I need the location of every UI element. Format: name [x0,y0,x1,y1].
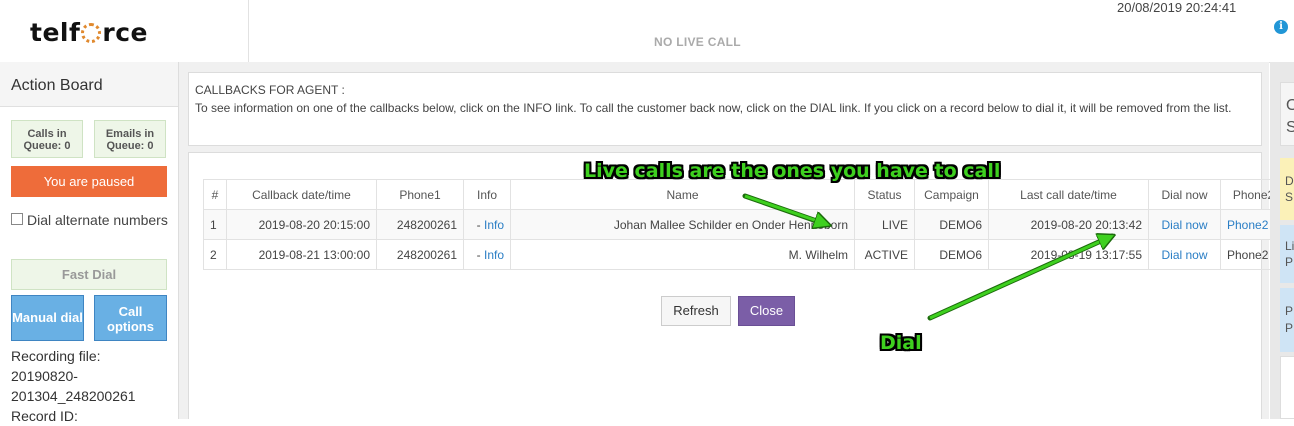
row-campaign: DEMO6 [914,209,989,240]
callbacks-message-box: CALLBACKS FOR AGENT : To see information… [188,72,1262,146]
emails-in-queue-value: Queue: 0 [106,140,154,152]
right-card-text-2: St [1286,119,1294,136]
table-row[interactable]: 1 2019-08-20 20:15:00 248200261 - Info J… [203,209,1287,240]
calls-in-queue-value: Queue: 0 [23,140,71,152]
right-panel-blank-card [1280,356,1294,419]
recording-file-label: Recording file: [11,348,101,364]
callbacks-instructions: To see information on one of the callbac… [195,100,1232,115]
row-callback-datetime: 2019-08-21 13:00:00 [226,239,377,270]
top-header: telf rce NO LIVE CALL 20/08/2019 20:24:41… [0,0,1294,63]
action-board-header: Action Board [0,62,178,107]
call-options-label-line1: Call [118,304,143,319]
close-button[interactable]: Close [738,296,795,326]
col-header-dial-now: Dial now [1148,179,1221,210]
row-name: M. Wilhelm [510,239,855,270]
row-dial-now-cell: Dial now [1148,209,1221,240]
right-blue2-text-2: P [1285,321,1294,335]
info-prefix: - [476,217,484,232]
dial-alternate-label: Dial alternate numbers [27,212,168,228]
col-header-status: Status [854,179,915,210]
right-card-text-1: O [1286,97,1294,114]
paused-status-button[interactable]: You are paused [11,166,167,197]
col-header-phone1: Phone1 [376,179,464,210]
refresh-button[interactable]: Refresh [661,296,731,326]
recording-info: Recording file: 20190820- 201304_2482002… [11,346,171,426]
action-board-panel: Action Board Calls in Queue: 0 Emails in… [0,62,179,424]
info-icon[interactable]: i [1274,20,1288,34]
live-call-status: NO LIVE CALL [654,35,741,49]
col-header-num: # [203,179,227,210]
right-panel-blue-item[interactable]: Li P [1280,225,1294,283]
call-options-button[interactable]: Call options [94,295,167,341]
right-blue1-text-2: P [1285,255,1294,269]
logo-text-end: rce [102,18,148,47]
fast-dial-button[interactable]: Fast Dial [11,259,167,290]
row-info-cell: - Info [463,239,511,270]
right-panel-blue-item[interactable]: P P [1280,288,1294,352]
info-prefix: - [476,247,484,262]
row-status: ACTIVE [854,239,915,270]
col-header-last-call: Last call date/time [988,179,1149,210]
table-header-row: # Callback date/time Phone1 Info Name St… [203,179,1287,210]
row-name: Johan Mallee Schilder en Onder Henneborn [510,209,855,240]
row-info-cell: - Info [463,209,511,240]
row-callback-datetime: 2019-08-20 20:15:00 [226,209,377,240]
right-panel-yellow-item[interactable]: D S [1280,158,1294,220]
calls-in-queue-box: Calls in Queue: 0 [11,120,83,158]
row-phone1: 248200261 [376,239,464,270]
phone2-link[interactable]: Phone2 [1227,218,1268,232]
record-id-label: Record ID: [11,408,78,424]
header-datetime: 20/08/2019 20:24:41 [1117,0,1237,15]
live-calls-annotation: Live calls are the ones you have to call [584,160,1001,182]
recording-file-value-1: 20190820- [11,368,78,384]
row-last-call: 2019-08-19 13:17:55 [988,239,1149,270]
info-link[interactable]: Info [484,218,504,232]
col-header-name: Name [510,179,855,210]
row-num: 1 [203,209,227,240]
table-row[interactable]: 2 2019-08-21 13:00:00 248200261 - Info M… [203,239,1287,270]
right-blue1-text-1: Li [1285,239,1294,253]
right-panel-card: O St [1280,82,1294,146]
info-link[interactable]: Info [484,248,504,262]
emails-in-queue-label: Emails in [105,128,155,140]
emails-in-queue-box: Emails in Queue: 0 [94,120,166,158]
col-header-callback-datetime: Callback date/time [226,179,377,210]
dial-annotation: Dial [880,332,922,354]
callbacks-heading: CALLBACKS FOR AGENT : [195,83,345,97]
col-header-info: Info [463,179,511,210]
right-yellow-text-2: S [1285,190,1294,204]
dial-now-link[interactable]: Dial now [1161,218,1207,232]
callbacks-table: # Callback date/time Phone1 Info Name St… [203,179,1287,270]
row-phone1: 248200261 [376,209,464,240]
header-divider [248,0,249,62]
right-blue2-text-1: P [1285,304,1294,318]
dial-alternate-option[interactable]: Dial alternate numbers [11,210,171,230]
col-header-campaign: Campaign [914,179,989,210]
dial-now-link[interactable]: Dial now [1161,248,1207,262]
row-num: 2 [203,239,227,270]
manual-dial-button[interactable]: Manual dial [11,295,84,341]
action-board-title: Action Board [11,77,103,94]
row-dial-now-cell: Dial now [1148,239,1221,270]
recording-file-value-2: 201304_248200261 [11,388,136,404]
telforce-logo: telf rce [30,18,148,47]
row-campaign: DEMO6 [914,239,989,270]
dial-alternate-checkbox[interactable] [11,213,23,225]
logo-o-icon [81,23,102,43]
row-status: LIVE [854,209,915,240]
right-yellow-text-1: D [1285,174,1294,188]
call-options-label-line2: options [107,319,154,334]
logo-text-start: telf [30,18,81,47]
row-last-call: 2019-08-20 20:13:42 [988,209,1149,240]
calls-in-queue-label: Calls in [27,128,67,140]
